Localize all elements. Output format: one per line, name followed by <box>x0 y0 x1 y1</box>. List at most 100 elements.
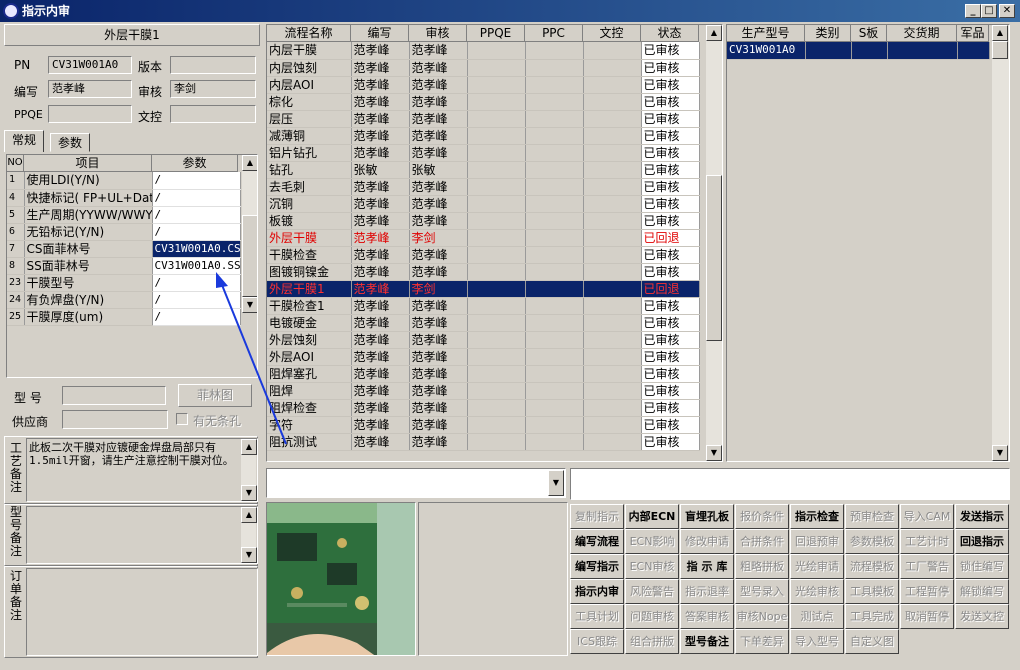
flow-row[interactable]: 阻焊 范孝峰 范孝峰 已审核 <box>267 382 700 400</box>
action-button[interactable]: 型号备注 <box>680 629 734 654</box>
action-button[interactable]: 粗略拼板 <box>735 554 789 579</box>
param-value[interactable]: / <box>152 172 241 190</box>
pn-field[interactable]: CV31W001A0 <box>48 56 132 74</box>
model-remark-scroll-up[interactable]: ▲ <box>241 507 257 523</box>
flow-row[interactable]: 外层干膜1 范孝峰 李剑 已回退 <box>267 280 700 298</box>
model-remark-text[interactable] <box>26 506 258 564</box>
action-button[interactable]: 指示检查 <box>790 504 844 529</box>
flow-row[interactable]: 层压 范孝峰 范孝峰 已审核 <box>267 110 700 128</box>
action-button[interactable]: 工具计划 <box>570 604 624 629</box>
flow-row[interactable]: 内层干膜 范孝峰 范孝峰 已审核 <box>267 42 700 60</box>
tab-normal[interactable]: 常规 <box>4 130 45 152</box>
maximize-button[interactable]: □ <box>981 4 997 18</box>
action-button[interactable]: 问题审核 <box>625 604 679 629</box>
param-value[interactable]: / <box>152 223 241 241</box>
flow-col-header[interactable]: 编写 <box>351 25 409 42</box>
search-input[interactable] <box>570 468 1010 500</box>
flow-row[interactable]: 内层蚀刻 范孝峰 范孝峰 已审核 <box>267 59 700 77</box>
flow-col-header[interactable]: 状态 <box>641 25 699 42</box>
action-button[interactable]: 工厂警告 <box>900 554 954 579</box>
action-button[interactable]: 编写指示 <box>570 554 624 579</box>
flow-row[interactable]: 图镀铜镍金 范孝峰 范孝峰 已审核 <box>267 263 700 281</box>
table-row[interactable]: 1 使用LDI(Y/N) / <box>7 172 241 190</box>
action-button[interactable]: 回退指示 <box>955 529 1009 554</box>
scroll-up-button[interactable]: ▲ <box>242 155 257 171</box>
action-button[interactable]: 发送指示 <box>955 504 1009 529</box>
action-button[interactable]: 报价条件 <box>735 504 789 529</box>
param-value[interactable]: / <box>152 206 241 224</box>
flow-col-header[interactable]: PPC <box>525 25 583 42</box>
model-field[interactable] <box>62 386 166 405</box>
action-button[interactable]: 回退预审 <box>790 529 844 554</box>
flow-row[interactable]: 外层干膜 范孝峰 李剑 已回退 <box>267 229 700 247</box>
remark-scrollbar[interactable]: ▲ ▼ <box>240 439 257 501</box>
flow-row[interactable]: 钻孔 张敏 张敏 已审核 <box>267 161 700 179</box>
flow-row[interactable]: 电镀硬金 范孝峰 范孝峰 已审核 <box>267 314 700 332</box>
action-button[interactable]: 工具模板 <box>845 579 899 604</box>
flow-row[interactable]: 减薄铜 范孝峰 范孝峰 已审核 <box>267 127 700 145</box>
action-button[interactable]: 下单差异 <box>735 629 789 654</box>
supplier-field[interactable] <box>62 410 168 429</box>
action-button[interactable]: 导入型号 <box>790 629 844 654</box>
flow-row[interactable]: 阻焊塞孔 范孝峰 范孝峰 已审核 <box>267 365 700 383</box>
action-button[interactable]: 复制指示 <box>570 504 624 529</box>
close-button[interactable]: ✕ <box>999 4 1015 18</box>
table-row[interactable]: 7 CS面菲林号 CV31W001A0.CS <box>7 240 241 258</box>
order-scroll-thumb[interactable] <box>992 41 1008 59</box>
process-select[interactable]: ▼ <box>266 468 566 498</box>
action-button[interactable]: 盲埋孔板 <box>680 504 734 529</box>
remark-scroll-down[interactable]: ▼ <box>241 485 257 501</box>
flow-row[interactable]: 棕化 范孝峰 范孝峰 已审核 <box>267 93 700 111</box>
table-row[interactable]: 23 干膜型号 / <box>7 274 241 292</box>
flow-row[interactable]: 沉铜 范孝峰 范孝峰 已审核 <box>267 195 700 213</box>
action-button[interactable]: 工程暂停 <box>900 579 954 604</box>
action-button[interactable]: 解锁编写 <box>955 579 1009 604</box>
action-button[interactable]: 取消暂停 <box>900 604 954 629</box>
flow-scrollbar[interactable]: ▲ ▼ <box>705 25 722 461</box>
control-field[interactable] <box>170 105 256 123</box>
order-col-header[interactable]: 类别 <box>805 25 851 42</box>
version-field[interactable] <box>170 56 256 74</box>
action-button[interactable]: 锁住编写 <box>955 554 1009 579</box>
model-remark-scrollbar[interactable]: ▲ ▼ <box>240 507 257 563</box>
table-row[interactable]: 6 无铅标记(Y/N) / <box>7 223 241 241</box>
order-col-header[interactable]: 交货期 <box>887 25 957 42</box>
order-remark-text[interactable] <box>26 568 258 656</box>
action-button[interactable]: 修改申请 <box>680 529 734 554</box>
flow-row[interactable]: 阻焊检查 范孝峰 范孝峰 已审核 <box>267 399 700 417</box>
action-button[interactable]: 测试点 <box>790 604 844 629</box>
action-button[interactable]: 审核Nope <box>735 604 789 629</box>
action-button[interactable]: ECN影响 <box>625 529 679 554</box>
action-button[interactable]: 参数模板 <box>845 529 899 554</box>
action-button[interactable]: 答案审核 <box>680 604 734 629</box>
flow-scroll-up[interactable]: ▲ <box>706 25 722 41</box>
order-col-header[interactable]: 生产型号 <box>727 25 805 42</box>
action-button[interactable]: ECN审核 <box>625 554 679 579</box>
table-row[interactable]: 25 干膜厚度(um) / <box>7 308 241 326</box>
action-button[interactable]: ICS跟踪 <box>570 629 624 654</box>
order-scroll-up[interactable]: ▲ <box>992 25 1008 41</box>
author-field[interactable]: 范孝峰 <box>48 80 132 98</box>
action-button[interactable]: 指 示 库 <box>680 554 734 579</box>
flow-row[interactable]: 铝片钻孔 范孝峰 范孝峰 已审核 <box>267 144 700 162</box>
flow-col-header[interactable]: 文控 <box>583 25 641 42</box>
flow-col-header[interactable]: PPQE <box>467 25 525 42</box>
action-button[interactable]: 工艺计时 <box>900 529 954 554</box>
table-row[interactable]: 8 SS面菲林号 CV31W001A0.SS <box>7 257 241 275</box>
flow-col-header[interactable]: 流程名称 <box>267 25 351 42</box>
action-button[interactable]: 光绘审核 <box>790 579 844 604</box>
action-button[interactable]: 编写流程 <box>570 529 624 554</box>
table-row[interactable]: 24 有负焊盘(Y/N) / <box>7 291 241 309</box>
action-button[interactable]: 合拼条件 <box>735 529 789 554</box>
action-button[interactable]: 光绘审请 <box>790 554 844 579</box>
flow-row[interactable]: 板镀 范孝峰 范孝峰 已审核 <box>267 212 700 230</box>
flow-row[interactable]: 阻抗测试 范孝峰 范孝峰 已审核 <box>267 433 700 451</box>
chevron-down-icon[interactable]: ▼ <box>548 470 564 496</box>
flow-row[interactable]: 外层蚀刻 范孝峰 范孝峰 已审核 <box>267 331 700 349</box>
order-scroll-down[interactable]: ▼ <box>992 445 1008 461</box>
table-row[interactable]: 5 生产周期(YYWW/WWYY) / <box>7 206 241 224</box>
model-remark-scroll-down[interactable]: ▼ <box>241 547 257 563</box>
action-button[interactable]: 组合拼版 <box>625 629 679 654</box>
order-scrollbar[interactable]: ▲ ▼ <box>991 25 1009 461</box>
action-button[interactable]: 流程模板 <box>845 554 899 579</box>
